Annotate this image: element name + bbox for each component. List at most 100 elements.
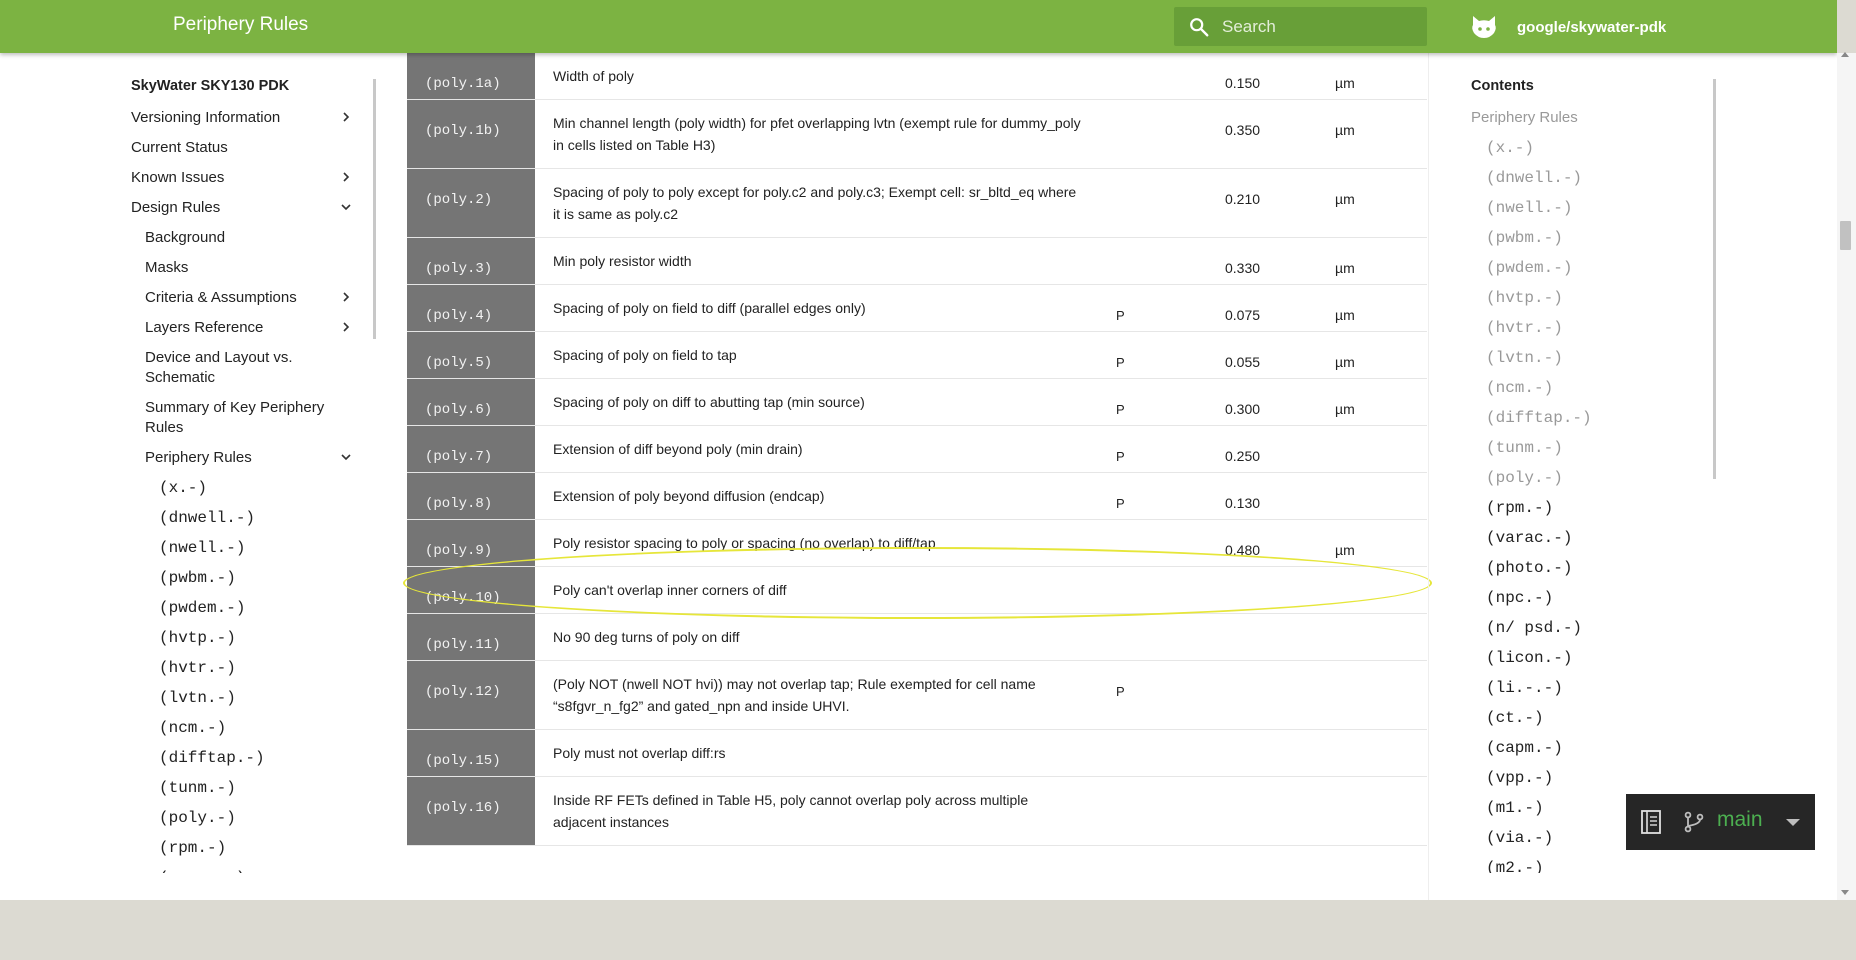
chevron-right-icon[interactable] [339, 320, 353, 334]
nav-item[interactable]: (varac.-) [159, 868, 361, 873]
nav-item[interactable]: Current Status [131, 138, 361, 158]
nav-item[interactable]: Criteria & Assumptions [145, 288, 361, 308]
toc-item[interactable]: (li.-.-) [1486, 678, 1711, 698]
nav-item[interactable]: Device and Layout vs. Schematic [145, 348, 361, 388]
caret-down-icon[interactable] [1786, 819, 1800, 826]
rule-flag-cell: P [1116, 308, 1125, 323]
nav-item[interactable]: Known Issues [131, 168, 361, 188]
chevron-right-icon[interactable] [339, 170, 353, 184]
toc-item[interactable]: (hvtp.-) [1486, 288, 1711, 308]
nav-item[interactable]: Layers Reference [145, 318, 361, 338]
nav-item-label: Layers Reference [145, 319, 264, 336]
rule-description-cell: Width of poly [553, 68, 634, 84]
toc-item[interactable]: (rpm.-) [1486, 498, 1711, 518]
rule-flag-cell: P [1116, 402, 1125, 417]
nav-item[interactable]: (lvtn.-) [159, 688, 361, 708]
chevron-down-icon[interactable] [339, 200, 353, 214]
nav-item[interactable]: (rpm.-) [159, 838, 361, 858]
nav-item[interactable]: (pwbm.-) [159, 568, 361, 588]
toc-item[interactable]: (dnwell.-) [1486, 168, 1711, 188]
chevron-right-icon[interactable] [339, 290, 353, 304]
rule-id-cell: (poly.10) [407, 567, 535, 613]
chevron-right-icon[interactable] [339, 110, 353, 124]
scroll-up-arrow-icon[interactable] [1841, 52, 1849, 57]
rule-id-cell: (poly.1b) [407, 100, 535, 168]
toc-item[interactable]: (licon.-) [1486, 648, 1711, 668]
toc-scrollbar[interactable] [1713, 79, 1716, 479]
repo-link[interactable]: google/skywater-pdk [1470, 13, 1666, 41]
nav-item[interactable]: (ncm.-) [159, 718, 361, 738]
search-input[interactable] [1222, 7, 1422, 46]
nav-item[interactable]: (nwell.-) [159, 538, 361, 558]
page-scrollbar-track[interactable] [1837, 53, 1856, 900]
rule-unit-cell: µm [1335, 354, 1355, 370]
nav-item[interactable]: (hvtp.-) [159, 628, 361, 648]
toc-item[interactable]: (vpp.-) [1486, 768, 1711, 788]
toc-item[interactable]: (ncm.-) [1486, 378, 1711, 398]
scroll-down-arrow-icon[interactable] [1841, 890, 1849, 895]
toc-item[interactable]: (photo.-) [1486, 558, 1711, 578]
rule-id-cell: (poly.3) [407, 238, 535, 284]
toc-item[interactable]: (pwbm.-) [1486, 228, 1711, 248]
table-row: (poly.9) Poly resistor spacing to poly or… [407, 520, 1427, 567]
table-row: (poly.5) Spacing of poly on field to tap P… [407, 332, 1427, 379]
nav-item[interactable]: (difftap.-) [159, 748, 361, 768]
rule-flag-cell: P [1116, 449, 1125, 464]
nav-item[interactable]: (poly.-) [159, 808, 361, 828]
toc-item[interactable]: (varac.-) [1486, 528, 1711, 548]
search-box[interactable] [1174, 7, 1427, 46]
toc-list: Periphery Rules (x.-) (dnwell.-) (nwell.-) (… [1471, 108, 1711, 873]
rule-value-cell: 0.130 [1225, 495, 1261, 511]
nav-item-label: Known Issues [131, 169, 225, 186]
nav-title[interactable]: SkyWater SKY130 PDK [131, 78, 361, 100]
toc-item[interactable]: (difftap.-) [1486, 408, 1711, 428]
toc-item[interactable]: (poly.-) [1486, 468, 1711, 488]
search-icon [1190, 18, 1209, 37]
nav-item[interactable]: Design Rules [131, 198, 361, 218]
toc-item[interactable]: (x.-) [1486, 138, 1711, 158]
book-icon [1641, 810, 1661, 834]
nav-item[interactable]: (dnwell.-) [159, 508, 361, 528]
toc-item[interactable]: (nwell.-) [1486, 198, 1711, 218]
toc-item[interactable]: (capm.-) [1486, 738, 1711, 758]
nav-item-label: (ncm.-) [159, 719, 227, 737]
rule-description-cell: No 90 deg turns of poly on diff [553, 629, 740, 645]
nav-item[interactable]: (pwdem.-) [159, 598, 361, 618]
nav-item[interactable]: Summary of Key Periphery Rules [145, 398, 361, 438]
version-widget[interactable]: main [1626, 794, 1815, 850]
rule-value-cell: 0.210 [1225, 191, 1261, 207]
chevron-down-icon[interactable] [339, 450, 353, 464]
nav-item[interactable]: (x.-) [159, 478, 361, 498]
toc-item[interactable]: (tunm.-) [1486, 438, 1711, 458]
nav-item-label: Masks [145, 259, 189, 276]
nav-item[interactable]: (hvtr.-) [159, 658, 361, 678]
toc-item[interactable]: (hvtr.-) [1486, 318, 1711, 338]
rule-value-cell: 0.350 [1225, 122, 1261, 138]
page-scrollbar-thumb[interactable] [1840, 221, 1851, 250]
nav-item-label: (x.-) [159, 479, 208, 497]
toc-item[interactable]: (ct.-) [1486, 708, 1711, 728]
leftnav-scrollbar[interactable] [373, 79, 376, 339]
table-row: (poly.6) Spacing of poly on diff to abutt… [407, 379, 1427, 426]
rule-unit-cell: µm [1335, 401, 1355, 417]
nav-item[interactable]: Periphery Rules [145, 448, 361, 468]
rule-flag-cell: P [1116, 355, 1125, 370]
nav-item[interactable]: Versioning Information [131, 108, 361, 128]
toc-item[interactable]: (n/ psd.-) [1486, 618, 1711, 638]
branch-icon [1684, 811, 1704, 833]
toc-item[interactable]: Periphery Rules [1471, 108, 1711, 128]
nav-item[interactable]: Background [145, 228, 361, 248]
site-title[interactable]: Periphery Rules [173, 14, 308, 36]
toc-item[interactable]: (pwdem.-) [1486, 258, 1711, 278]
rule-flag-cell: P [1116, 684, 1125, 699]
nav-item[interactable]: Masks [145, 258, 361, 278]
toc-item[interactable]: (m2.-) [1486, 858, 1711, 873]
rule-id-cell: (poly.5) [407, 332, 535, 378]
toc-item[interactable]: (lvtn.-) [1486, 348, 1711, 368]
rule-value-cell: 0.480 [1225, 542, 1261, 558]
rule-description-cell: Min channel length (poly width) for pfet… [553, 115, 1081, 153]
nav-item[interactable]: (tunm.-) [159, 778, 361, 798]
toc-item[interactable]: (npc.-) [1486, 588, 1711, 608]
table-row: (poly.3) Min poly resistor width 0.330 µm [407, 238, 1427, 285]
rule-unit-cell: µm [1335, 307, 1355, 323]
